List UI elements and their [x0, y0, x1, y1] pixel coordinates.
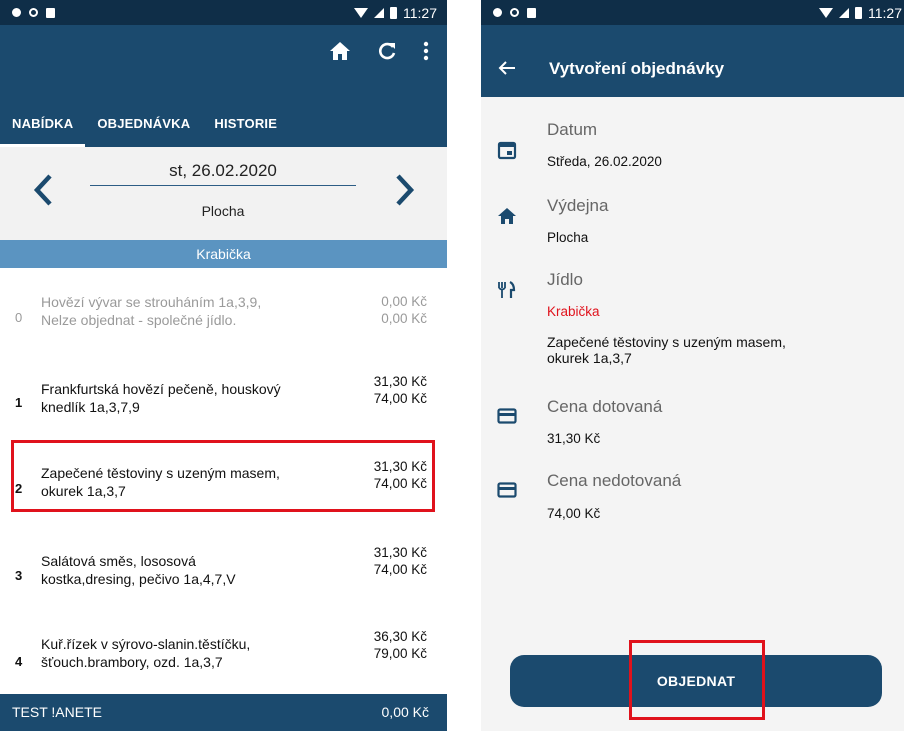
menu-item-name: Kuř.řízek v sýrovo-slanin.těstíčku, šťouc…: [41, 636, 251, 670]
tab-bar: NABÍDKA OBJEDNÁVKA HISTORIE: [0, 102, 447, 147]
app-bar: NABÍDKA OBJEDNÁVKA HISTORIE: [0, 25, 447, 147]
button-highlight: [629, 640, 765, 720]
account-bar: TEST !ANETE 0,00 Kč: [0, 694, 447, 731]
date-underline: [90, 185, 356, 186]
wifi-icon: [819, 7, 833, 18]
menu-item-prices: 36,30 Kč 79,00 Kč: [373, 629, 427, 661]
menu-item-name: Frankfurtská hovězí pečeně, houskový kned…: [41, 381, 281, 415]
canteen-label: Výdejna: [547, 196, 609, 215]
date-selector: st, 26.02.2020 Plocha: [0, 147, 447, 240]
selected-canteen[interactable]: Plocha: [90, 203, 356, 219]
status-bar: 11:27: [0, 0, 447, 25]
menu-item-0[interactable]: 0 Hovězí vývar se strouháním 1a,3,9, Nelz…: [0, 268, 447, 353]
wifi-icon: [354, 7, 368, 18]
date-value: Středa, 26.02.2020: [547, 154, 662, 169]
phone-screen-menu: 11:27 NABÍDKA OBJEDNÁVKA HISTORIE st, 26…: [0, 0, 447, 731]
meal-description: Zapečené těstoviny s uzeným masem, okurek…: [547, 334, 786, 366]
calendar-icon: [497, 141, 517, 160]
menu-item-1[interactable]: 1 Frankfurtská hovězí pečeně, houskový kn…: [0, 352, 447, 437]
selection-highlight: [11, 440, 435, 512]
menu-item-number: 3: [15, 568, 23, 583]
menu-item-prices: 31,30 Kč 74,00 Kč: [373, 374, 427, 406]
tab-objednavka[interactable]: OBJEDNÁVKA: [85, 102, 202, 147]
home-icon[interactable]: [329, 41, 351, 61]
notification-icon: [29, 8, 38, 17]
meal-label: Jídlo: [547, 270, 583, 289]
notification-icon: [12, 8, 21, 17]
canteen-value: Plocha: [547, 230, 589, 245]
notification-icon: [510, 8, 519, 17]
menu-item-3[interactable]: 3 Salátová směs, lososová kostka,dresing,…: [0, 522, 447, 609]
full-price-value: 74,00 Kč: [547, 506, 601, 521]
card-icon: [497, 408, 517, 424]
menu-item-prices: 0,00 Kč 0,00 Kč: [381, 294, 427, 326]
category-header: Krabička: [0, 240, 447, 268]
meal-category: Krabička: [547, 304, 600, 319]
user-name: TEST !ANETE: [12, 704, 102, 720]
menu-item-name: Hovězí vývar se strouháním 1a,3,9, Nelze …: [41, 294, 262, 328]
sd-card-icon: [527, 7, 536, 18]
account-balance: 0,00 Kč: [381, 704, 429, 720]
chevron-left-icon[interactable]: [32, 173, 56, 207]
app-bar: Vytvoření objednávky: [481, 25, 904, 97]
selected-date[interactable]: st, 26.02.2020: [90, 161, 356, 181]
back-arrow-icon[interactable]: [497, 58, 517, 78]
menu-item-number: 4: [15, 654, 23, 669]
notification-icon: [493, 8, 502, 17]
card-icon: [497, 482, 517, 498]
refresh-icon[interactable]: [377, 41, 397, 61]
full-price-label: Cena nedotovaná: [547, 471, 682, 490]
menu-item-prices: 31,30 Kč 74,00 Kč: [373, 545, 427, 577]
menu-item-4[interactable]: 4 Kuř.řízek v sýrovo-slanin.těstíčku, šťo…: [0, 608, 447, 694]
subsidized-price-value: 31,30 Kč: [547, 431, 601, 446]
date-label: Datum: [547, 120, 598, 139]
signal-icon: [374, 7, 384, 18]
battery-icon: [855, 6, 862, 19]
signal-icon: [839, 7, 849, 18]
menu-item-number: 0: [15, 310, 23, 325]
chevron-right-icon[interactable]: [392, 173, 416, 207]
menu-item-name: Salátová směs, lososová kostka,dresing, p…: [41, 553, 236, 587]
sd-card-icon: [46, 7, 55, 18]
cutlery-icon: [498, 281, 516, 298]
status-time: 11:27: [868, 4, 902, 21]
status-bar: 11:27: [481, 0, 904, 25]
phone-screen-order: 11:27 Vytvoření objednávky Datum Středa,…: [481, 0, 904, 731]
menu-item-number: 1: [15, 395, 23, 410]
more-vertical-icon[interactable]: [423, 41, 429, 61]
tab-historie[interactable]: HISTORIE: [202, 102, 289, 147]
battery-icon: [390, 6, 397, 19]
tab-nabidka[interactable]: NABÍDKA: [0, 102, 86, 147]
subsidized-price-label: Cena dotovaná: [547, 397, 663, 416]
home-icon: [498, 208, 516, 224]
status-time: 11:27: [403, 4, 437, 21]
page-title: Vytvoření objednávky: [549, 59, 725, 78]
